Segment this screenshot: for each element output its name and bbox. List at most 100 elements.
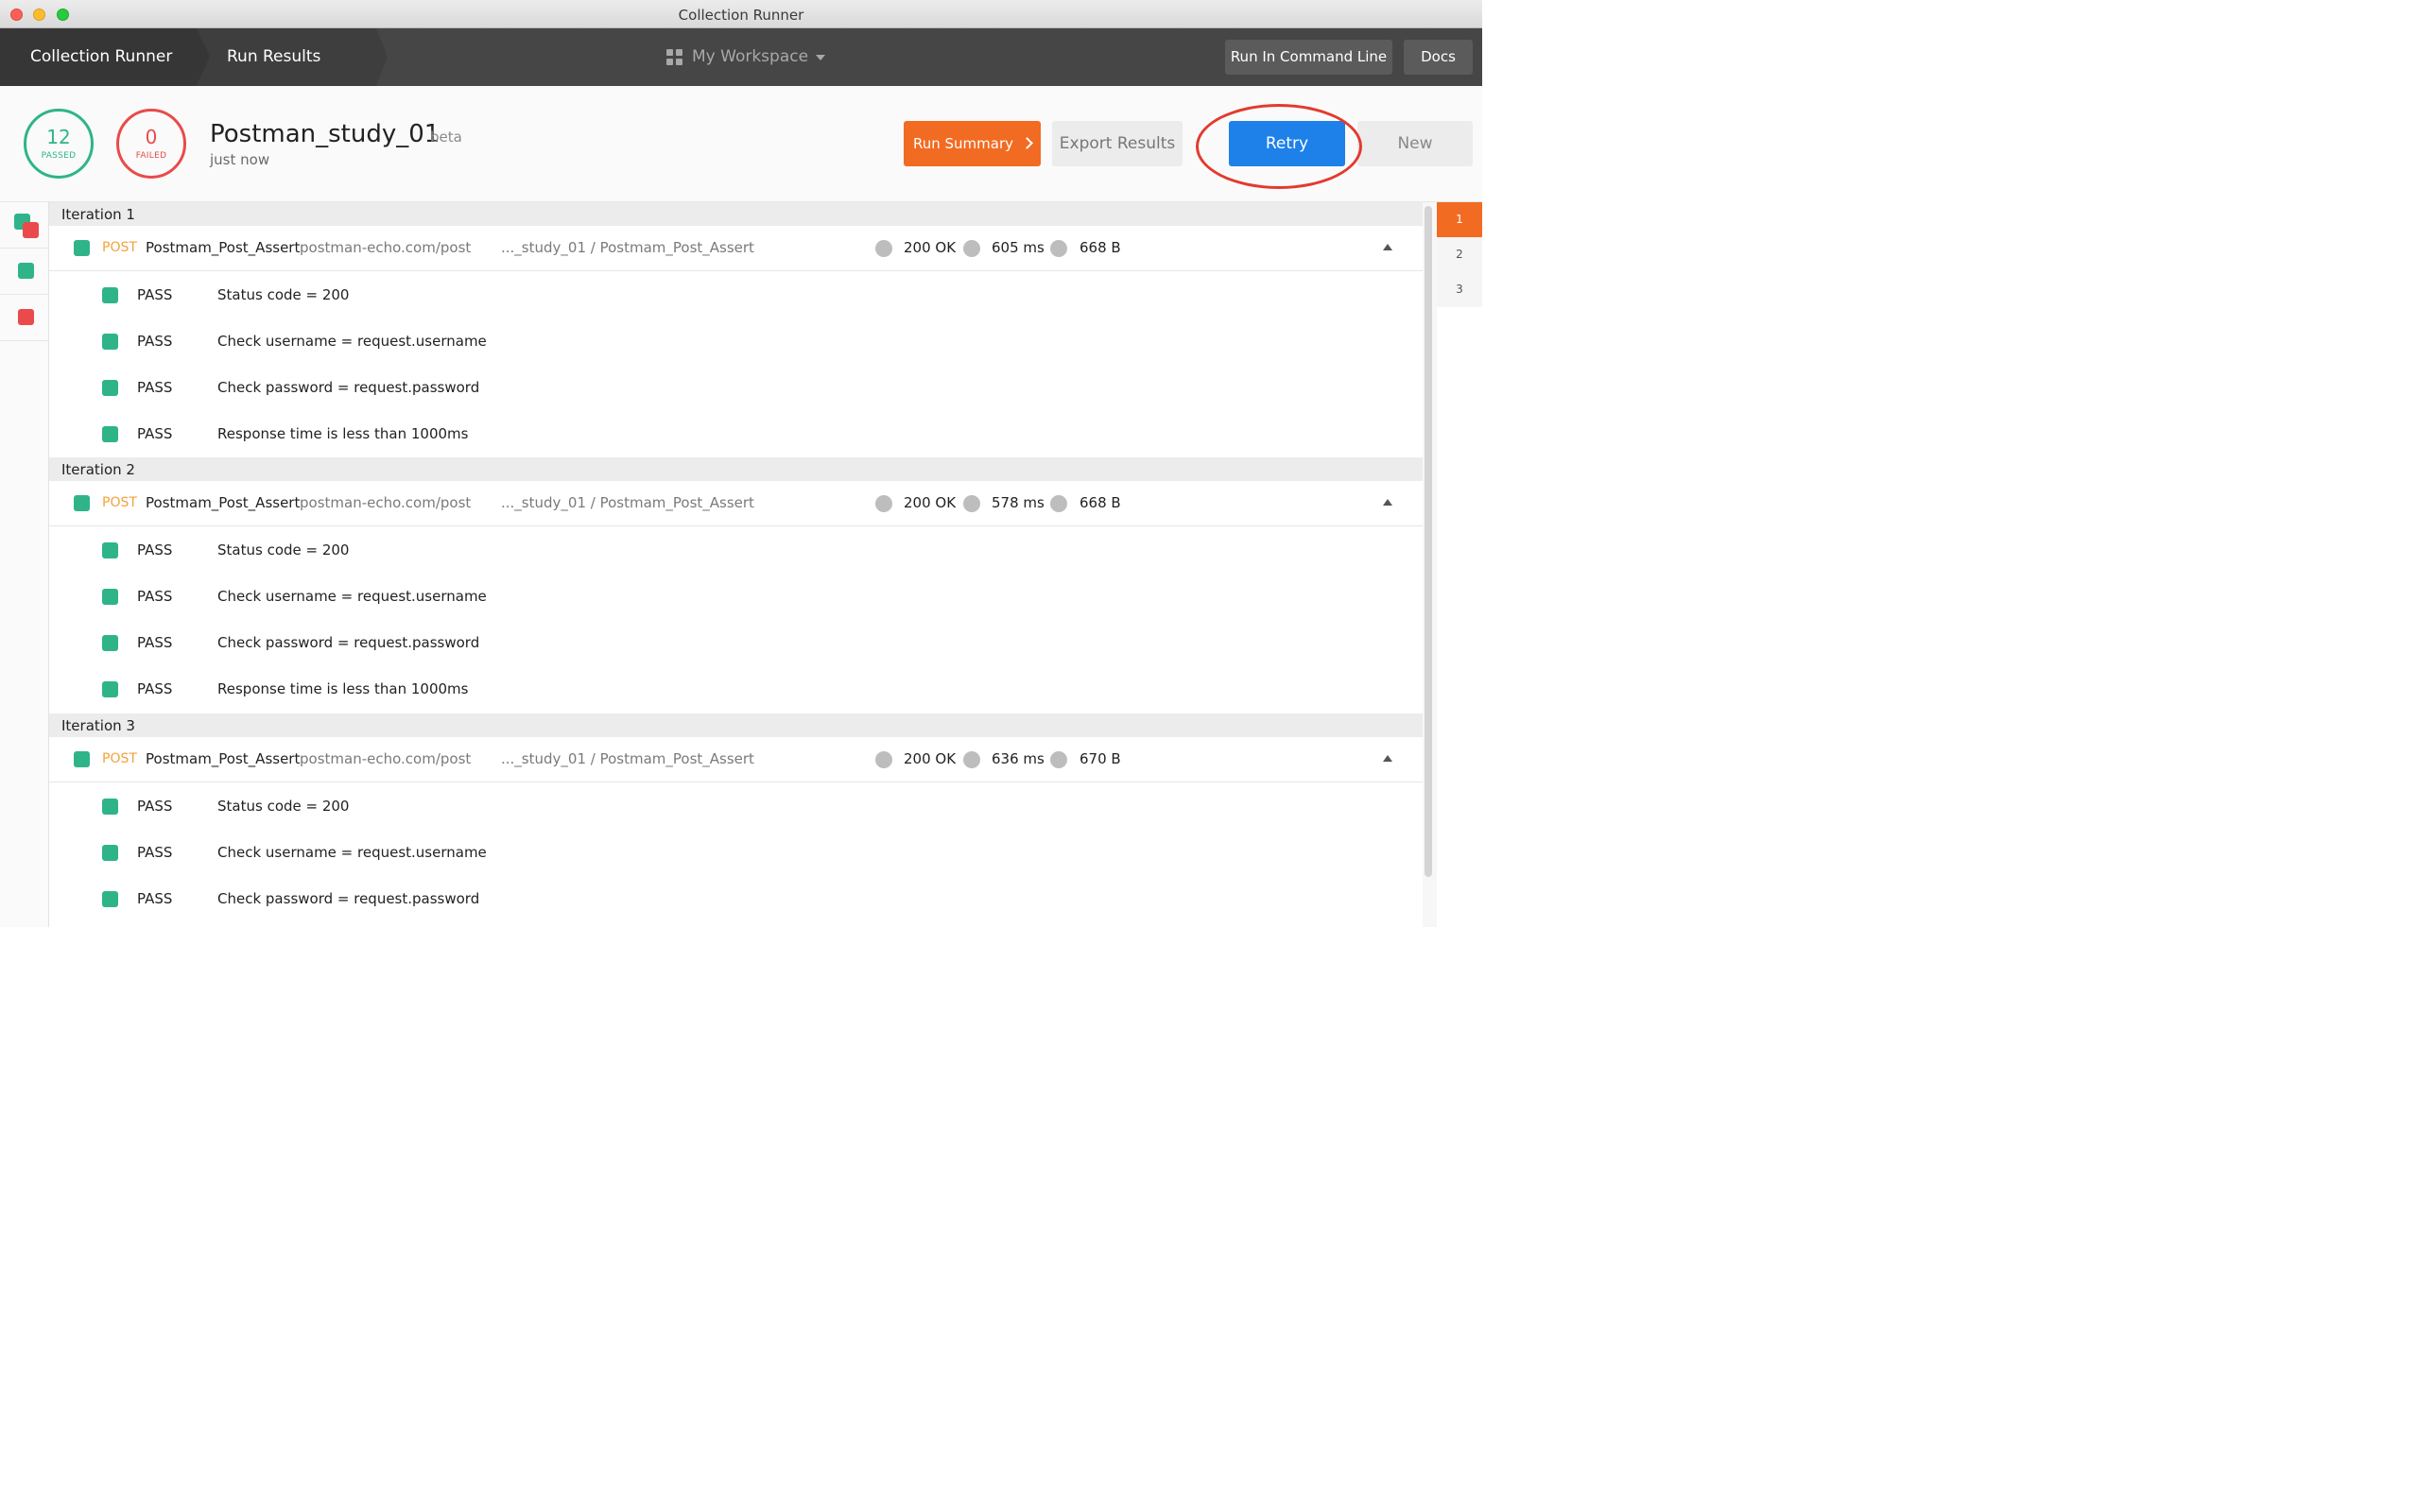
request-url: postman-echo.com/post	[300, 494, 472, 511]
app-header: Collection Runner Run Results My Workspa…	[0, 28, 1482, 86]
iteration-header: Iteration 1	[49, 202, 1423, 226]
breadcrumb-collection-runner[interactable]: Collection Runner	[0, 28, 210, 86]
request-row[interactable]: POST Postmam_Post_Assert postman-echo.co…	[49, 226, 1423, 271]
test-status-icon	[102, 681, 118, 697]
failed-count: 0	[145, 126, 158, 148]
size-dot-icon	[1050, 240, 1067, 257]
test-result: PASS	[137, 379, 173, 396]
test-row: PASS Check password = request.password	[49, 876, 1423, 922]
collapse-arrow-icon[interactable]	[1383, 244, 1392, 250]
run-in-command-line-button[interactable]: Run In Command Line	[1225, 40, 1392, 75]
iteration-picker-item-1[interactable]: 1	[1437, 202, 1482, 237]
test-status-icon	[102, 635, 118, 651]
workspace-switcher[interactable]: My Workspace	[666, 28, 826, 86]
filter-all[interactable]	[0, 202, 49, 249]
request-name: Postmam_Post_Assert	[146, 494, 301, 511]
size-dot-icon	[1050, 751, 1067, 768]
test-status-icon	[102, 891, 118, 907]
test-status-icon	[102, 380, 118, 396]
test-name: Check password = request.password	[217, 379, 480, 396]
response-status: 200 OK	[904, 494, 957, 511]
test-name: Status code = 200	[217, 541, 350, 558]
test-name: Check username = request.username	[217, 333, 487, 350]
status-square-icon	[74, 495, 90, 511]
beta-badge: beta	[430, 129, 462, 146]
status-square-icon	[74, 240, 90, 256]
request-row[interactable]: POST Postmam_Post_Assert postman-echo.co…	[49, 481, 1423, 526]
test-row: PASS Check username = request.username	[49, 318, 1423, 365]
test-result: PASS	[137, 844, 173, 861]
response-time: 578 ms	[992, 494, 1045, 511]
request-row[interactable]: POST Postmam_Post_Assert postman-echo.co…	[49, 737, 1423, 782]
collapse-arrow-icon[interactable]	[1383, 755, 1392, 762]
failed-label: FAILED	[135, 151, 167, 161]
run-summary-button[interactable]: Run Summary	[904, 121, 1041, 166]
request-url: postman-echo.com/post	[300, 750, 472, 767]
test-status-icon	[102, 334, 118, 350]
test-result: PASS	[137, 333, 173, 350]
test-row: PASS Response time is less than 1000ms	[49, 411, 1423, 457]
status-square-icon	[74, 751, 90, 767]
test-result: PASS	[137, 634, 173, 651]
iteration-header: Iteration 2	[49, 457, 1423, 481]
breadcrumb-run-results[interactable]: Run Results	[197, 28, 388, 86]
iteration-picker-item-3[interactable]: 3	[1437, 272, 1482, 307]
request-method: POST	[102, 751, 137, 766]
iteration-picker-item-2[interactable]: 2	[1437, 237, 1482, 272]
test-name: Status code = 200	[217, 286, 350, 303]
response-time: 605 ms	[992, 239, 1045, 256]
test-status-icon	[102, 589, 118, 605]
request-name: Postmam_Post_Assert	[146, 239, 301, 256]
new-button[interactable]: New	[1357, 121, 1473, 166]
export-results-button[interactable]: Export Results	[1052, 121, 1183, 166]
iteration-header: Iteration 3	[49, 713, 1423, 737]
test-name: Status code = 200	[217, 798, 350, 815]
run-timestamp: just now	[210, 151, 270, 168]
run-summary-label: Run Summary	[912, 135, 1014, 152]
test-row: PASS Status code = 200	[49, 527, 1423, 574]
time-dot-icon	[963, 240, 980, 257]
test-status-icon	[102, 287, 118, 303]
test-status-icon	[102, 845, 118, 861]
response-time: 636 ms	[992, 750, 1045, 767]
test-name: Check username = request.username	[217, 588, 487, 605]
failed-counter: 0 FAILED	[116, 109, 186, 179]
time-dot-icon	[963, 751, 980, 768]
status-dot-icon	[875, 751, 892, 768]
window-title: Collection Runner	[678, 7, 804, 24]
all-results-overlay-icon	[23, 222, 39, 238]
test-row: PASS Check password = request.password	[49, 620, 1423, 666]
size-dot-icon	[1050, 495, 1067, 512]
docs-button[interactable]: Docs	[1404, 40, 1473, 75]
retry-button[interactable]: Retry	[1229, 121, 1345, 166]
chevron-right-icon	[1021, 137, 1033, 149]
dropdown-caret-icon	[816, 54, 826, 60]
response-size: 668 B	[1079, 494, 1121, 511]
test-result: PASS	[137, 425, 173, 442]
collapse-arrow-icon[interactable]	[1383, 499, 1392, 506]
failed-filter-icon	[18, 309, 34, 325]
filter-failed[interactable]	[0, 295, 49, 341]
test-status-icon	[102, 426, 118, 442]
response-status: 200 OK	[904, 239, 957, 256]
scrollbar-thumb[interactable]	[1425, 206, 1432, 877]
test-name: Check username = request.username	[217, 844, 487, 861]
run-summary-bar: 12 PASSED 0 FAILED Postman_study_01 beta…	[0, 86, 1482, 202]
test-row: PASS Response time is less than 1000ms	[49, 666, 1423, 713]
test-result: PASS	[137, 798, 173, 815]
test-name: Response time is less than 1000ms	[217, 680, 469, 697]
test-name: Check password = request.password	[217, 890, 480, 907]
response-size: 668 B	[1079, 239, 1121, 256]
passed-count: 12	[46, 126, 71, 148]
request-path: ..._study_01 / Postmam_Post_Assert	[501, 494, 754, 511]
result-filter-rail	[0, 202, 49, 927]
filter-passed[interactable]	[0, 249, 49, 295]
test-result: PASS	[137, 680, 173, 697]
request-method: POST	[102, 495, 137, 510]
passed-filter-icon	[18, 263, 34, 279]
workspace-grid-icon	[666, 49, 682, 65]
test-row: PASS Status code = 200	[49, 272, 1423, 318]
results-list: Iteration 1 POST Postmam_Post_Assert pos…	[49, 202, 1423, 927]
test-status-icon	[102, 799, 118, 815]
workspace-label: My Workspace	[692, 47, 809, 66]
